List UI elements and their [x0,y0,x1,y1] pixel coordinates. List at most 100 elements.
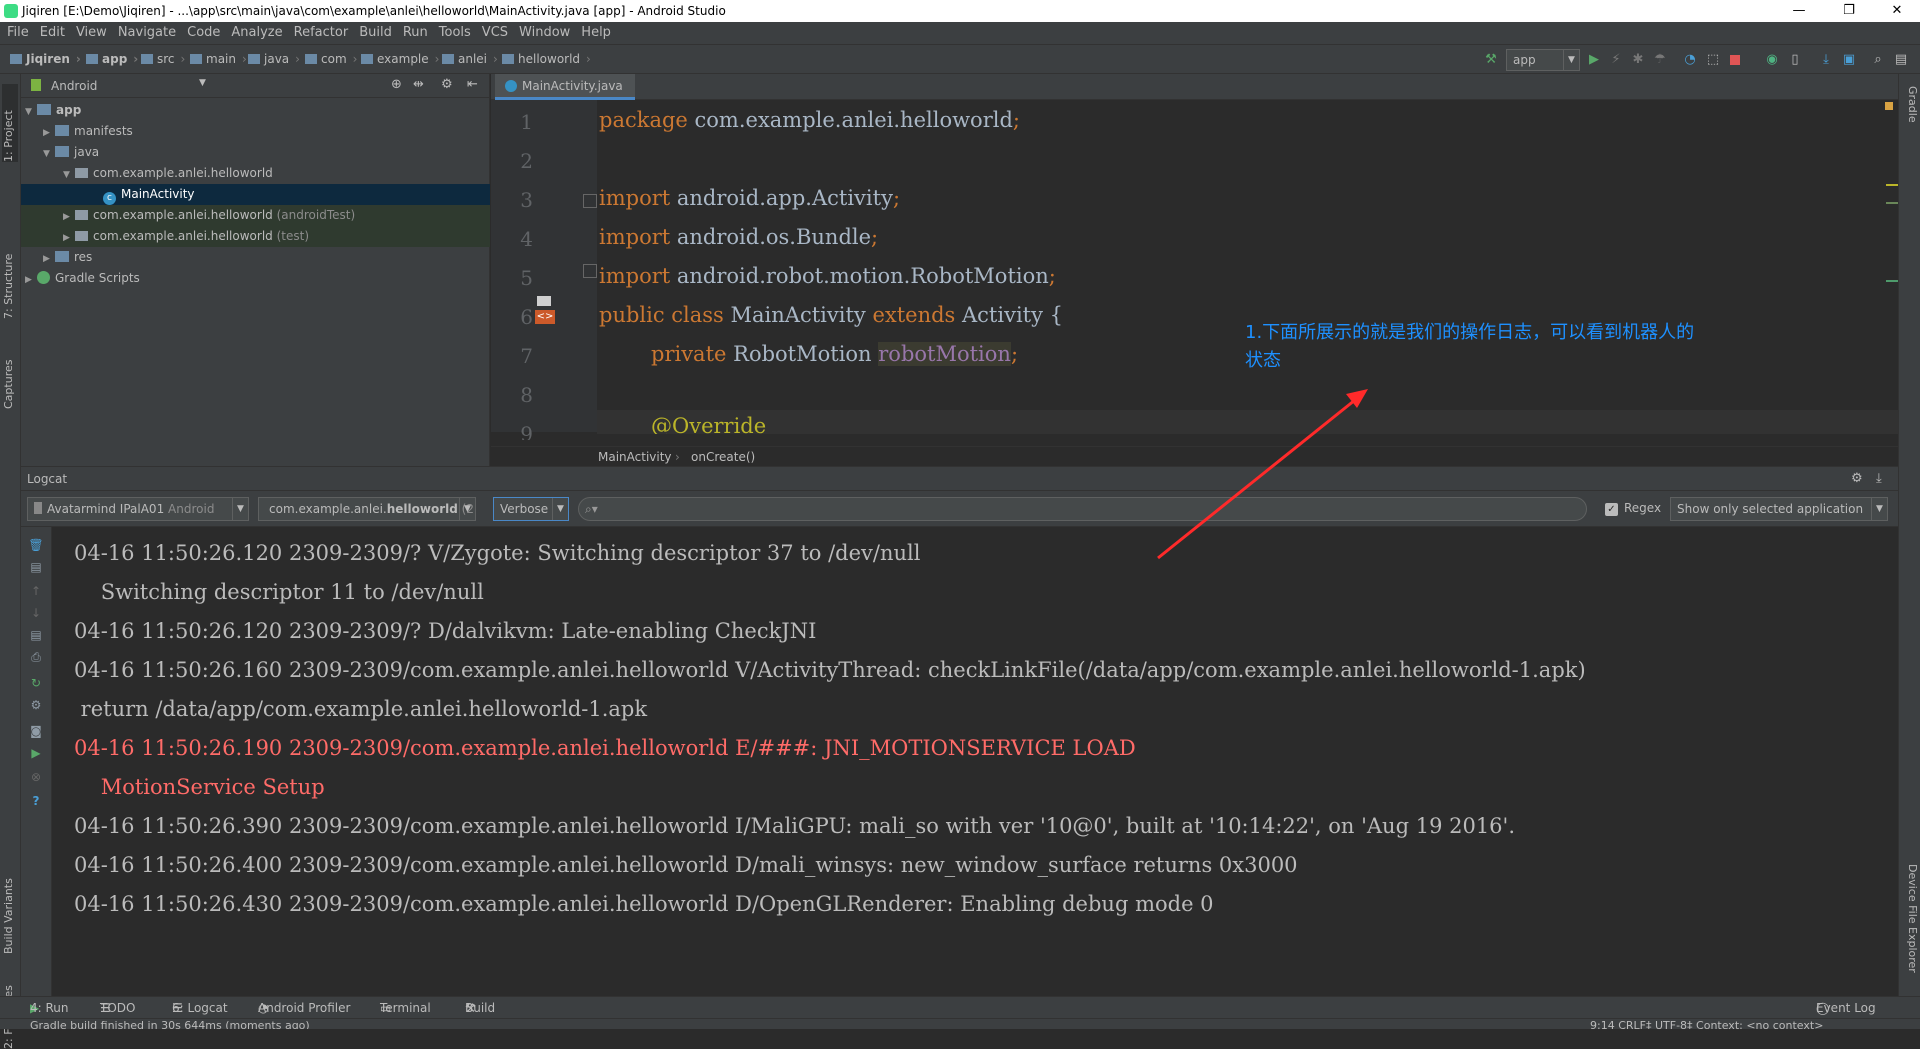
logcat-search-input[interactable]: ⌕▾ [578,497,1587,521]
hide-panel-icon[interactable]: ⤓ [1876,467,1882,491]
tree-item-manifests[interactable]: ▶ manifests [21,121,490,142]
screenshot-icon[interactable]: ◙ [28,723,44,739]
package-icon [75,231,88,241]
menu-analyze[interactable]: Analyze [227,22,286,44]
menu-view[interactable]: View [72,22,111,44]
breadcrumb-helloworld[interactable]: helloworld › [502,52,591,66]
folder-icon [86,54,98,64]
tree-item-package-main[interactable]: ▼ com.example.anlei.helloworld [21,163,490,184]
breadcrumb-app[interactable]: app › [86,52,138,66]
log-line: 04-16 11:50:26.390 2309-2309/com.example… [74,814,1515,838]
tab-device-file-explorer[interactable]: Device File Explorer [1903,864,1919,994]
implemented-method-icon[interactable]: <> [535,296,555,330]
tree-item-java[interactable]: ▼ java [21,142,490,163]
folder-icon [190,54,202,64]
minimize-button[interactable]: — [1776,0,1822,22]
tree-item-gradle-scripts[interactable]: ▶ Gradle Scripts [21,268,490,289]
editor-tab-mainactivity[interactable]: MainActivity.java ✕ [495,74,635,117]
annotation-line-2: 状态 [1245,350,1281,371]
soft-wrap-icon[interactable]: ▤ [28,627,44,643]
profile-icon[interactable]: ◔ [1682,52,1698,68]
arrow-down-icon[interactable]: ↓ [28,605,44,621]
project-structure-icon[interactable]: ▣ [1841,52,1857,68]
menu-tools[interactable]: Tools [435,22,475,44]
menu-edit[interactable]: Edit [36,22,69,44]
tab-build-variants[interactable]: Build Variants [2,854,18,954]
breadcrumb-com[interactable]: com › [305,52,357,66]
run-icon[interactable]: ▶ [1586,52,1602,68]
process-select[interactable]: com.example.anlei.helloworld (2 ▼ [258,497,476,521]
menu-navigate[interactable]: Navigate [114,22,180,44]
attach-debugger-icon[interactable]: ⬚ [1705,52,1721,68]
breadcrumb-src[interactable]: src › [141,52,185,66]
breadcrumb-project[interactable]: Jiqiren › [10,52,81,66]
print-icon[interactable]: ⎙ [28,649,44,665]
close-button[interactable]: ✕ [1874,0,1920,22]
coverage-icon[interactable]: ☂ [1652,52,1668,68]
fold-marker-icon[interactable] [583,264,597,278]
run-config-select[interactable]: app ▼ [1506,49,1580,71]
scroll-from-source-icon[interactable]: ⊕ [391,77,402,92]
arrow-up-icon[interactable]: ↑ [28,583,44,599]
help-icon[interactable]: ? [28,793,44,809]
title-bar: Jiqiren [E:\Demo\Jiqiren] - ...\app\src\… [0,0,1920,22]
stop-icon[interactable] [1727,52,1743,68]
menu-code[interactable]: Code [183,22,224,44]
breadcrumb-class[interactable]: MainActivity [598,447,672,467]
filter-select[interactable]: Show only selected application ▼ [1670,497,1888,521]
menu-build[interactable]: Build [355,22,396,44]
collapse-all-icon[interactable]: ⇹ [413,77,424,92]
gear-icon[interactable]: ⚙ [441,77,453,92]
breadcrumb-anlei[interactable]: anlei › [442,52,498,66]
sdk-manager-icon[interactable]: ⤓ [1818,52,1834,68]
tab-project[interactable]: 1: Project [2,84,18,162]
menu-refactor[interactable]: Refactor [290,22,353,44]
restore-button[interactable]: ❐ [1826,0,1872,22]
tree-item-package-test[interactable]: ▶ com.example.anlei.helloworld (test) [21,226,490,247]
line-number: 6 [520,305,533,329]
tab-structure[interactable]: 7: Structure [2,239,18,319]
breadcrumb-example[interactable]: example › [361,52,439,66]
debug-icon[interactable]: ✱ [1630,52,1646,68]
breadcrumb-main[interactable]: main › [190,52,247,66]
avd-manager-icon[interactable]: ▯ [1787,52,1803,68]
gear-icon[interactable]: ⚙ [1851,467,1863,491]
menu-file[interactable]: File [3,22,33,44]
tab-captures[interactable]: Captures [2,339,18,409]
apply-changes-icon[interactable]: ⚡ [1608,52,1624,68]
logcat-side-toolbar: 🗑 ▤ ↑ ↓ ▤ ⎙ ↻ ⚙ ◙ ▶ ⊗ ? [21,527,52,997]
chevron-down-icon[interactable]: ▼ [199,78,206,88]
settings-icon[interactable]: ▤ [1893,52,1909,68]
make-project-icon[interactable]: ⚒ [1483,52,1499,68]
breadcrumb-java[interactable]: java › [248,52,300,66]
folder-icon [10,54,22,64]
restart-icon[interactable]: ↻ [28,675,44,691]
close-icon[interactable]: ⊗ [28,769,44,785]
search-icon[interactable]: ⌕ [1870,52,1886,68]
line-number: 7 [520,344,533,368]
sync-gradle-icon[interactable]: ◉ [1764,52,1780,68]
inspection-status-icon[interactable] [1885,102,1893,110]
breadcrumb-method[interactable]: onCreate() [691,447,755,467]
clear-logcat-icon[interactable]: 🗑 [28,537,44,553]
tree-item-app[interactable]: ▼ app [21,100,490,121]
log-level-select[interactable]: Verbose ▼ [493,497,569,521]
tab-gradle[interactable]: Gradle [1903,86,1919,146]
device-select[interactable]: Avatarmind IPalA01 Android ▼ [27,497,249,521]
menu-vcs[interactable]: VCS [478,22,512,44]
tree-item-mainactivity[interactable]: c MainActivity [21,184,490,205]
search-icon: ⌕▾ [585,502,598,516]
regex-checkbox[interactable]: ✓ [1605,503,1618,516]
menu-run[interactable]: Run [399,22,432,44]
screen-record-icon[interactable]: ▶ [28,745,44,761]
fold-marker-icon[interactable] [583,194,597,208]
status-message: Gradle build finished in 30s 644ms (mome… [30,1019,310,1029]
hide-panel-icon[interactable]: ⇤ [467,77,478,92]
scroll-to-end-icon[interactable]: ▤ [28,559,44,575]
gear-icon[interactable]: ⚙ [28,697,44,713]
menu-window[interactable]: Window [515,22,574,44]
menu-help[interactable]: Help [577,22,615,44]
project-view-selector[interactable]: Android [51,79,97,93]
tree-item-res[interactable]: ▶ res [21,247,490,268]
tree-item-package-androidtest[interactable]: ▶ com.example.anlei.helloworld (androidTe… [21,205,490,226]
